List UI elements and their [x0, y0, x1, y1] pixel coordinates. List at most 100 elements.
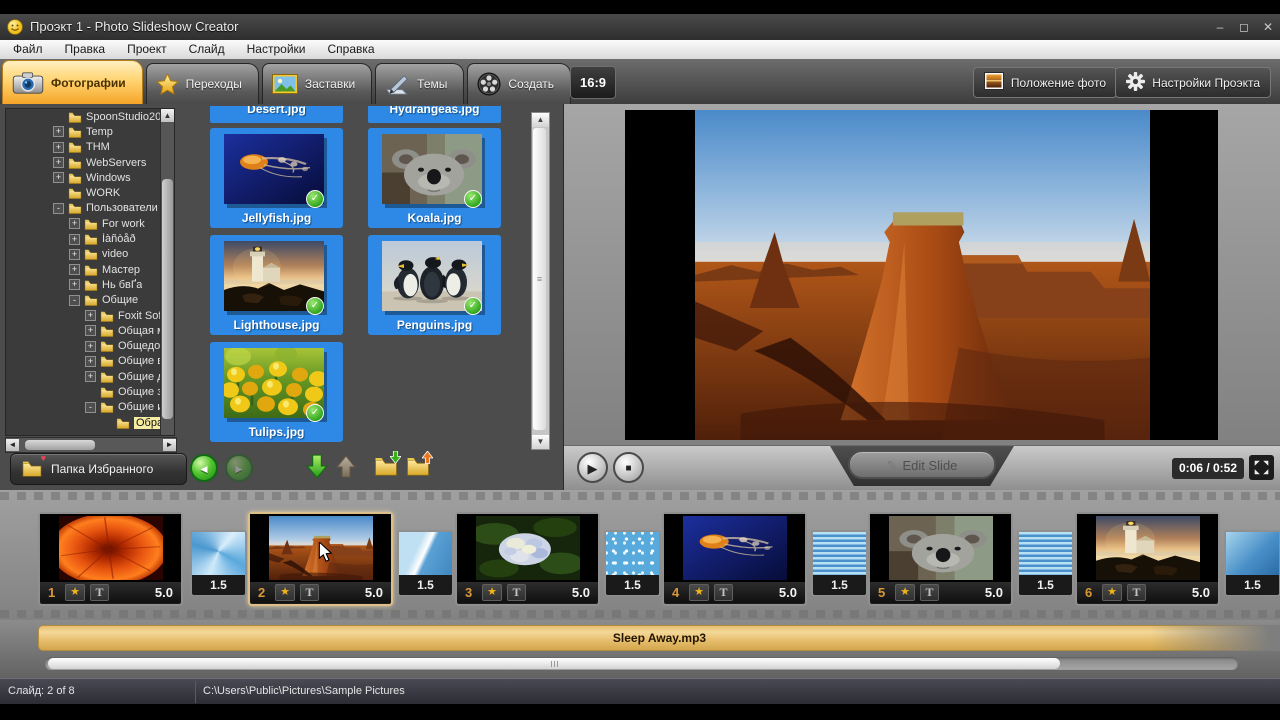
- edit-slide-button[interactable]: ✎ Edit Slide: [848, 450, 996, 479]
- text-badge-icon[interactable]: T: [920, 584, 939, 601]
- tree-item[interactable]: + WebServers: [6, 155, 174, 170]
- photo-thumbnail[interactable]: Jellyfish.jpg ✓: [210, 128, 343, 228]
- star-badge-icon[interactable]: ★: [895, 584, 915, 601]
- fullscreen-button[interactable]: [1249, 455, 1274, 480]
- menu-help[interactable]: Справка: [316, 40, 385, 59]
- tab-intros[interactable]: Заставки: [261, 63, 373, 104]
- scroll-up-icon[interactable]: ▲: [532, 113, 549, 127]
- timeline-scrollbar[interactable]: [45, 657, 1238, 670]
- project-settings-button[interactable]: Настройки Проэкта: [1115, 67, 1271, 98]
- photo-thumbnail[interactable]: Lighthouse.jpg ✓: [210, 235, 343, 335]
- tree-item[interactable]: + Мастер: [6, 262, 174, 277]
- timeline-slide[interactable]: 1 ★ T 5.0: [38, 512, 183, 606]
- photo-position-button[interactable]: Положение фото: [972, 67, 1117, 98]
- menu-file[interactable]: Файл: [2, 40, 54, 59]
- tree-item[interactable]: - Общие: [6, 293, 174, 308]
- scroll-down-icon[interactable]: ▼: [532, 435, 549, 449]
- photo-thumbnail[interactable]: Koala.jpg ✓: [368, 128, 501, 228]
- tab-transitions[interactable]: Переходы: [145, 63, 259, 104]
- menu-settings[interactable]: Настройки: [236, 40, 317, 59]
- tree-item[interactable]: + Ìàñòåð: [6, 231, 174, 246]
- tree-scrollbar-thumb[interactable]: [162, 179, 173, 419]
- expand-icon[interactable]: +: [85, 325, 96, 337]
- close-button[interactable]: ✕: [1256, 18, 1280, 36]
- tree-item[interactable]: + THM: [6, 140, 174, 155]
- expand-icon[interactable]: +: [53, 126, 64, 138]
- timeline-transition[interactable]: 1.5: [811, 530, 868, 596]
- expand-icon[interactable]: +: [85, 371, 96, 383]
- aspect-ratio-button[interactable]: 16:9: [570, 66, 616, 99]
- tab-themes[interactable]: Темы: [375, 63, 465, 104]
- tab-create[interactable]: Создать: [467, 63, 571, 104]
- tree-vertical-scrollbar[interactable]: ▲: [160, 109, 174, 435]
- tree-item[interactable]: Обра▼: [6, 415, 174, 430]
- expand-icon[interactable]: +: [85, 355, 96, 367]
- expand-icon[interactable]: +: [53, 157, 64, 169]
- tree-item[interactable]: + Foxit Sof: [6, 308, 174, 323]
- timeline-scrollbar-thumb[interactable]: [48, 658, 1060, 669]
- menu-slide[interactable]: Слайд: [178, 40, 236, 59]
- expand-icon[interactable]: +: [85, 340, 96, 352]
- tree-item[interactable]: WORK: [6, 185, 174, 200]
- scroll-up-icon[interactable]: ▲: [161, 109, 174, 122]
- star-badge-icon[interactable]: ★: [689, 584, 709, 601]
- photo-thumbnail-partial[interactable]: Desert.jpg: [210, 106, 343, 123]
- photo-thumbnail-partial[interactable]: Hydrangeas.jpg: [368, 106, 501, 123]
- text-badge-icon[interactable]: T: [300, 584, 319, 601]
- tree-item[interactable]: + Temp: [6, 124, 174, 139]
- timeline-slide[interactable]: 3 ★ T 5.0: [455, 512, 600, 606]
- collapse-icon[interactable]: -: [69, 294, 80, 306]
- tree-item[interactable]: SpoonStudio201: [6, 109, 174, 124]
- audio-track[interactable]: Sleep Away.mp3: [38, 625, 1280, 651]
- minimize-button[interactable]: –: [1208, 18, 1232, 36]
- collapse-icon[interactable]: -: [53, 202, 64, 214]
- expand-icon[interactable]: +: [53, 141, 64, 153]
- timeline-transition[interactable]: 1.5: [604, 530, 661, 596]
- tab-photos[interactable]: Фотографии: [2, 60, 143, 105]
- timeline-slide[interactable]: 6 ★ T 5.0: [1075, 512, 1220, 606]
- photo-thumbnail[interactable]: Penguins.jpg ✓: [368, 235, 501, 335]
- tree-item[interactable]: + Общедо: [6, 338, 174, 353]
- star-badge-icon[interactable]: ★: [65, 584, 85, 601]
- text-badge-icon[interactable]: T: [507, 584, 526, 601]
- expand-icon[interactable]: +: [69, 248, 80, 260]
- tree-item[interactable]: - Общие и: [6, 400, 174, 415]
- favorites-folder-button[interactable]: ♥ Папка Избранного: [10, 453, 187, 485]
- timeline-slide[interactable]: 4 ★ T 5.0: [662, 512, 807, 606]
- expand-icon[interactable]: +: [85, 310, 96, 321]
- timeline-slide[interactable]: 5 ★ T 5.0: [868, 512, 1013, 606]
- tree-item[interactable]: + Общие д: [6, 369, 174, 384]
- tree-item[interactable]: Общие з: [6, 384, 174, 399]
- collapse-icon[interactable]: -: [85, 401, 96, 413]
- tree-item[interactable]: + Общая м: [6, 323, 174, 338]
- menu-project[interactable]: Проект: [116, 40, 178, 59]
- play-button[interactable]: ▶: [577, 452, 608, 483]
- tree-item[interactable]: + Windows: [6, 170, 174, 185]
- expand-icon[interactable]: +: [69, 264, 80, 276]
- timeline-transition[interactable]: 1.5: [190, 530, 247, 596]
- add-photo-down-arrow-icon[interactable]: [306, 454, 328, 485]
- timeline-transition[interactable]: 1.5: [1017, 530, 1074, 596]
- text-badge-icon[interactable]: T: [1127, 584, 1146, 601]
- expand-icon[interactable]: +: [69, 279, 80, 291]
- tree-item[interactable]: + Нь бвҐа: [6, 277, 174, 292]
- tree-item[interactable]: + Общие в: [6, 354, 174, 369]
- photos-vertical-scrollbar[interactable]: ▲ ≡ ▼: [531, 112, 550, 450]
- star-badge-icon[interactable]: ★: [1102, 584, 1122, 601]
- remove-photo-up-arrow-icon[interactable]: [335, 454, 357, 483]
- star-badge-icon[interactable]: ★: [482, 584, 502, 601]
- add-folder-button[interactable]: [373, 450, 402, 481]
- menu-edit[interactable]: Правка: [54, 40, 117, 59]
- photo-thumbnail[interactable]: Tulips.jpg ✓: [210, 342, 343, 442]
- star-badge-icon[interactable]: ★: [275, 584, 295, 601]
- history-back-button[interactable]: ◄: [190, 454, 218, 482]
- tree-item[interactable]: + For work: [6, 216, 174, 231]
- stop-button[interactable]: ■: [613, 452, 644, 483]
- text-badge-icon[interactable]: T: [714, 584, 733, 601]
- timeline-transition[interactable]: 1.5: [1224, 530, 1280, 596]
- open-folder-button[interactable]: [405, 450, 434, 481]
- photos-scrollbar-thumb[interactable]: ≡: [533, 128, 546, 430]
- expand-icon[interactable]: +: [69, 233, 80, 245]
- tree-item[interactable]: - Пользователи: [6, 201, 174, 216]
- maximize-button[interactable]: ◻: [1232, 18, 1256, 36]
